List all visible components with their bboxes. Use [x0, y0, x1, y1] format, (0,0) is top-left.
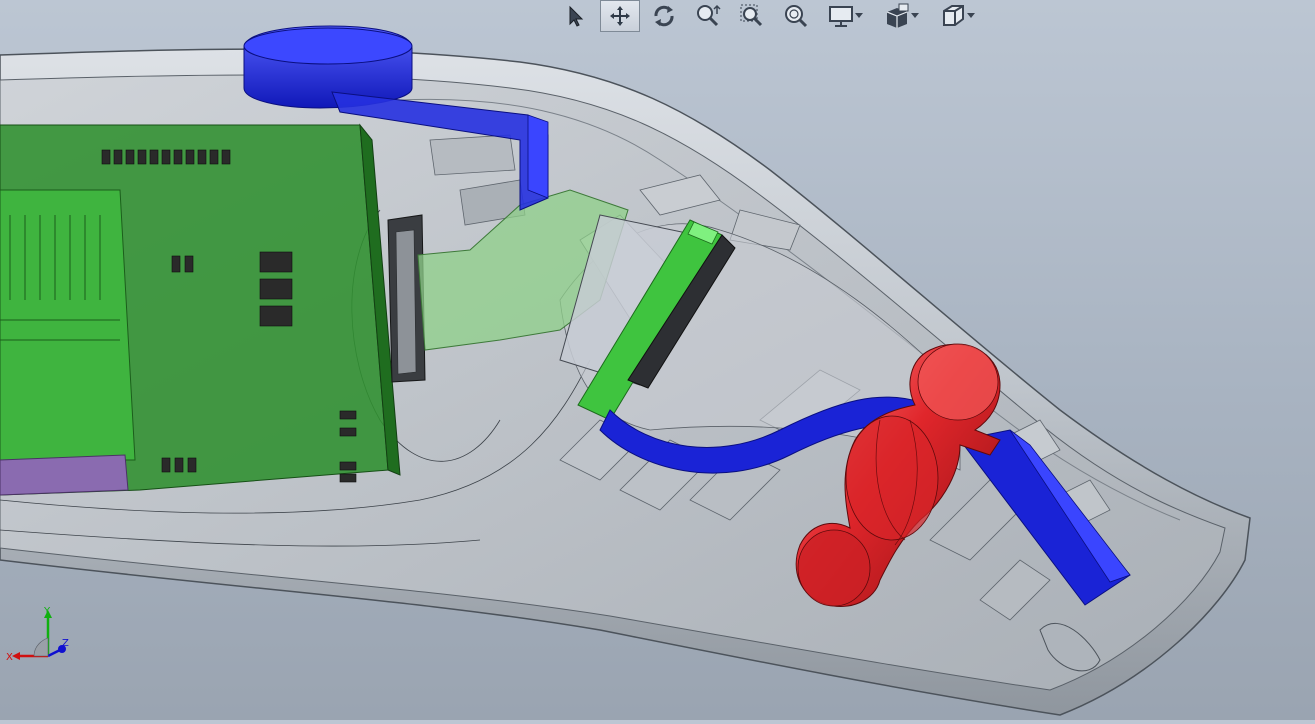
main-pcb[interactable] [0, 123, 401, 496]
chevron-down-icon [910, 0, 920, 32]
pan-button[interactable] [600, 0, 640, 32]
x-axis-label: X [6, 652, 13, 663]
connector [387, 214, 426, 383]
zoom-to-fit-button[interactable] [776, 0, 816, 32]
view-settings-button[interactable] [876, 0, 928, 32]
y-axis-label: Y [43, 606, 51, 617]
zoom-in-out-icon [697, 4, 721, 27]
axis-triad: Y X Z [6, 606, 69, 663]
blue-button[interactable] [243, 25, 413, 109]
view-toolbar [556, 0, 984, 32]
rotate-view-icon [654, 5, 674, 27]
view-settings-icon [886, 3, 909, 28]
rotate-view-button[interactable] [644, 0, 684, 32]
display-style-icon [829, 6, 853, 27]
z-axis [47, 648, 61, 658]
display-style-button[interactable] [820, 0, 872, 32]
zoom-to-area-button[interactable] [732, 0, 772, 32]
z-axis-label: Z [62, 638, 69, 649]
zoom-to-area-icon [740, 4, 763, 27]
model-scene[interactable] [0, 0, 1315, 720]
chevron-down-icon [854, 0, 864, 32]
pan-move-icon [610, 6, 630, 26]
graphics-viewport[interactable]: Y X Z [0, 0, 1315, 720]
select-arrow-icon [569, 5, 584, 27]
chevron-down-icon [966, 0, 976, 32]
select-button[interactable] [556, 0, 596, 32]
zoom-to-fit-icon [785, 5, 808, 28]
zoom-in-out-button[interactable] [688, 0, 728, 32]
view-orientation-button[interactable] [932, 0, 984, 32]
view-orientation-cube-icon [943, 5, 964, 26]
